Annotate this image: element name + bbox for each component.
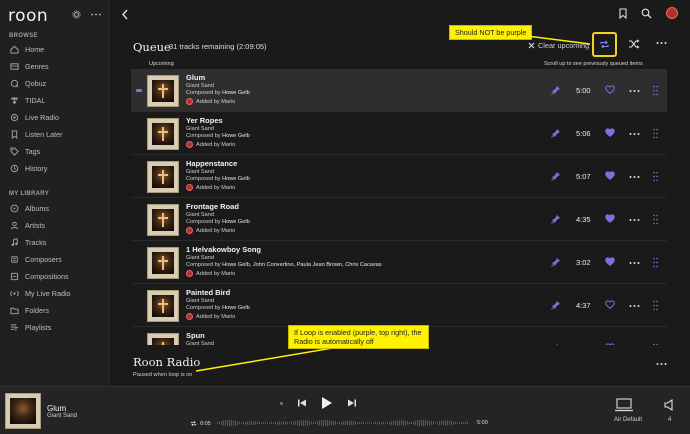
radio-more-icon[interactable] <box>656 362 667 366</box>
zone-laptop-icon[interactable] <box>614 398 634 412</box>
previous-track-icon[interactable] <box>297 398 307 408</box>
stop-dot-icon[interactable] <box>280 401 283 405</box>
now-playing-artist[interactable]: Giant Sand <box>47 413 77 419</box>
annotation-arrows <box>195 35 591 372</box>
roon-radio-title: Roon Radio <box>133 355 201 369</box>
volume-speaker-icon[interactable] <box>664 399 674 411</box>
zone-name[interactable]: Air Default <box>614 417 642 423</box>
now-playing-title[interactable]: Glum <box>47 404 66 413</box>
now-playing-album-art[interactable] <box>5 393 41 429</box>
volume-level: 4 <box>668 417 672 423</box>
waveform-seekbar[interactable] <box>217 417 469 429</box>
loop-annotation-arrow <box>526 35 591 45</box>
total-time: 5:00 <box>477 420 488 426</box>
elapsed-time: 0:05 <box>190 420 211 427</box>
next-track-icon[interactable] <box>347 398 357 408</box>
loop-small-icon <box>190 420 197 427</box>
now-playing-bar: Glum Giant Sand 0:05 5:00 <box>0 386 690 434</box>
play-icon[interactable] <box>321 396 333 410</box>
radio-annotation: If Loop is enabled (purple, top right), … <box>288 325 429 349</box>
roon-radio-status: Paused when loop is on <box>133 372 193 378</box>
